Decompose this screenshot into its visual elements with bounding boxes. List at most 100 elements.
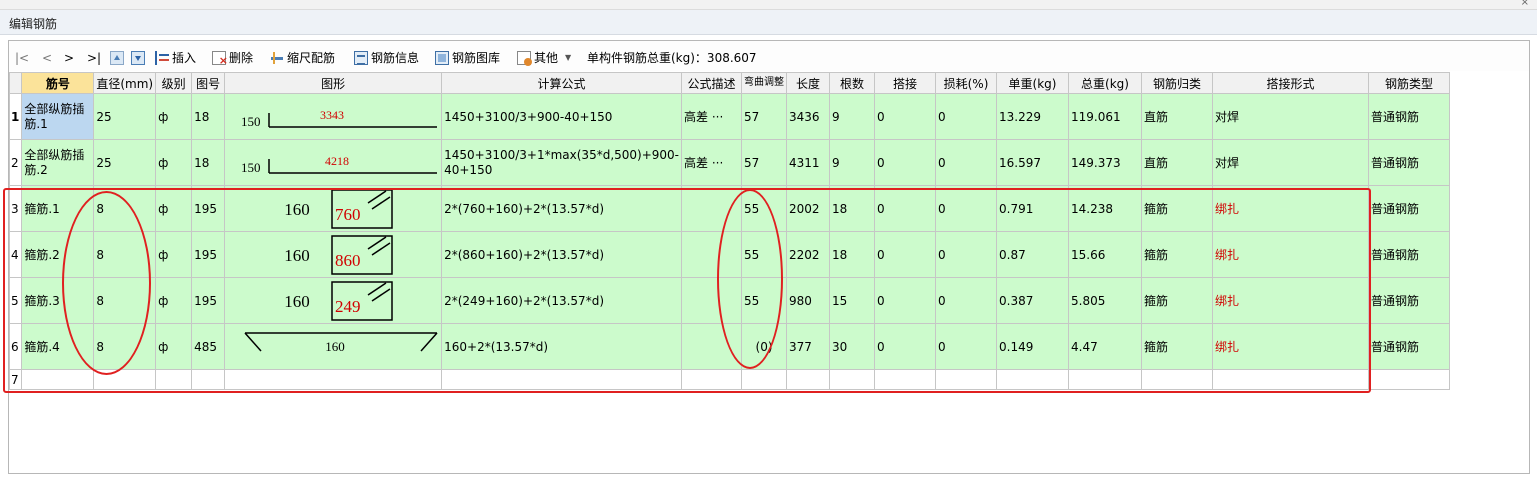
unit-weight-cell[interactable]: 13.229 <box>996 93 1070 140</box>
delete-icon <box>212 51 228 69</box>
header-corner <box>8 72 23 94</box>
rebar-type-cell[interactable]: 普通钢筋 <box>1368 93 1451 140</box>
diameter-cell[interactable]: 25 <box>93 139 157 186</box>
header-length[interactable]: 长度 <box>786 72 831 94</box>
figure-no-cell[interactable]: 18 <box>191 139 226 186</box>
annotation-oval-count <box>717 189 783 369</box>
close-icon[interactable]: × <box>1521 0 1529 8</box>
straight-bar-with-hook-shape: 150 3343 <box>241 108 438 129</box>
formula-cell[interactable]: 1450+3100/3+1*max(35*d,500)+900-40+150 <box>441 139 683 186</box>
shape-dim-a: 150 <box>241 160 261 175</box>
header-formula-desc[interactable]: 公式描述 <box>681 72 743 94</box>
unit-weight-cell[interactable]: 16.597 <box>996 139 1070 186</box>
header-lap-form[interactable]: 搭接形式 <box>1212 72 1370 94</box>
grade-cell[interactable]: ф <box>155 93 193 140</box>
loss-cell[interactable]: 0 <box>935 93 998 140</box>
shape-dim-b: 3343 <box>320 108 344 122</box>
formula-cell[interactable]: 1450+3100/3+900-40+150 <box>441 93 683 140</box>
total-weight-cell[interactable]: 149.373 <box>1068 139 1143 186</box>
rebar-type-cell[interactable]: 普通钢筋 <box>1368 323 1451 370</box>
figure-no-cell[interactable]: 18 <box>191 93 226 140</box>
count-cell[interactable]: 9 <box>829 93 876 140</box>
lap-cell[interactable]: 0 <box>874 139 937 186</box>
header-formula[interactable]: 计算公式 <box>441 72 683 94</box>
prev-record-button[interactable]: < <box>42 50 52 66</box>
table-row[interactable]: 2 全部纵筋插筋.2 25 ф 18 150 4218 1450+3100/3+… <box>8 139 1451 186</box>
move-down-button[interactable] <box>131 50 145 66</box>
category-cell[interactable]: 直筋 <box>1141 139 1214 186</box>
other-dropdown[interactable]: 其他 ▼ <box>517 50 571 66</box>
delete-button[interactable]: 删除 <box>212 50 254 69</box>
header-rebar-type[interactable]: 钢筋类型 <box>1368 72 1451 94</box>
grid-header-row: 筋号 直径(mm) 级别 图号 图形 计算公式 公式描述 弯曲调整 长度 根数 … <box>8 72 1451 94</box>
grade-cell[interactable]: ф <box>155 139 193 186</box>
bend-adjust-cell[interactable]: 57 <box>741 139 788 186</box>
header-grade[interactable]: 级别 <box>155 72 193 94</box>
other-label: 其他 <box>534 51 559 65</box>
insert-icon <box>155 51 169 65</box>
total-weight-cell[interactable]: 119.061 <box>1068 93 1143 140</box>
rebar-info-icon <box>354 51 368 65</box>
rebar-type-cell[interactable]: 普通钢筋 <box>1368 185 1451 232</box>
length-cell[interactable]: 4311 <box>786 139 831 186</box>
shape-dim-a: 150 <box>241 114 261 129</box>
rebar-info-button[interactable]: 钢筋信息 <box>354 50 419 66</box>
window-top-strip: × <box>0 0 1537 10</box>
chevron-down-icon: ▼ <box>565 53 572 62</box>
first-record-button[interactable]: |< <box>15 50 29 66</box>
straight-bar-with-hook-shape: 150 4218 <box>241 154 438 175</box>
header-diameter[interactable]: 直径(mm) <box>93 72 157 94</box>
bar-name-cell[interactable]: 全部纵筋插筋.2 <box>21 139 95 186</box>
count-cell[interactable]: 9 <box>829 139 876 186</box>
row-number: 1 <box>8 93 23 140</box>
header-loss[interactable]: 损耗(%) <box>935 72 998 94</box>
lap-form-cell[interactable]: 对焊 <box>1212 139 1370 186</box>
scale-rebar-button[interactable]: 缩尺配筋 <box>270 50 335 66</box>
header-shape[interactable]: 图形 <box>224 72 443 94</box>
rebar-type-cell[interactable]: 普通钢筋 <box>1368 277 1451 324</box>
header-bend-adjust[interactable]: 弯曲调整 <box>741 72 788 94</box>
last-record-button[interactable]: >| <box>87 50 101 66</box>
header-figure-no[interactable]: 图号 <box>191 72 226 94</box>
rebar-library-icon <box>435 51 449 65</box>
header-bar-no[interactable]: 筋号 <box>21 72 95 94</box>
toolbar: |< < > >| 插入 删除 缩尺配筋 钢筋信息 钢筋图库 其他 ▼ 单构件钢筋… <box>9 41 1529 71</box>
row-number: 2 <box>8 139 23 186</box>
scale-icon <box>270 51 284 65</box>
move-up-button[interactable] <box>110 50 124 66</box>
formula-desc-cell[interactable]: 高差 ··· <box>681 139 743 186</box>
delete-label: 删除 <box>229 51 254 65</box>
insert-label: 插入 <box>172 51 197 65</box>
bar-name-cell[interactable]: 全部纵筋插筋.1 <box>21 93 95 140</box>
diameter-cell[interactable]: 25 <box>93 93 157 140</box>
rebar-type-cell[interactable]: 普通钢筋 <box>1368 139 1451 186</box>
empty-cell[interactable] <box>1368 369 1451 390</box>
next-record-button[interactable]: > <box>64 50 74 66</box>
bend-adjust-cell[interactable]: 57 <box>741 93 788 140</box>
insert-button[interactable]: 插入 <box>155 50 196 66</box>
total-weight-label: 单构件钢筋总重(kg)：308.607 <box>587 51 757 65</box>
rebar-type-cell[interactable]: 普通钢筋 <box>1368 231 1451 278</box>
lap-cell[interactable]: 0 <box>874 93 937 140</box>
other-icon <box>517 51 532 66</box>
dialog-title: 编辑钢筋 <box>9 17 58 31</box>
shape-cell[interactable]: 150 4218 <box>224 139 443 186</box>
annotation-oval-diameter <box>62 191 151 375</box>
header-lap[interactable]: 搭接 <box>874 72 937 94</box>
rebar-library-button[interactable]: 钢筋图库 <box>435 50 500 66</box>
header-count[interactable]: 根数 <box>829 72 876 94</box>
header-unit-weight[interactable]: 单重(kg) <box>996 72 1070 94</box>
header-category[interactable]: 钢筋归类 <box>1141 72 1214 94</box>
table-row[interactable]: 1 全部纵筋插筋.1 25 ф 18 150 3343 1450+3100/3+… <box>8 93 1451 140</box>
header-total-weight[interactable]: 总重(kg) <box>1068 72 1143 94</box>
rebar-library-label: 钢筋图库 <box>452 51 501 65</box>
loss-cell[interactable]: 0 <box>935 139 998 186</box>
lap-form-cell[interactable]: 对焊 <box>1212 93 1370 140</box>
category-cell[interactable]: 直筋 <box>1141 93 1214 140</box>
dialog-title-bar: 编辑钢筋 <box>0 10 1537 35</box>
scale-label: 缩尺配筋 <box>287 51 336 65</box>
move-down-icon <box>131 51 145 65</box>
formula-desc-cell[interactable]: 高差 ··· <box>681 93 743 140</box>
length-cell[interactable]: 3436 <box>786 93 831 140</box>
shape-cell[interactable]: 150 3343 <box>224 93 443 140</box>
